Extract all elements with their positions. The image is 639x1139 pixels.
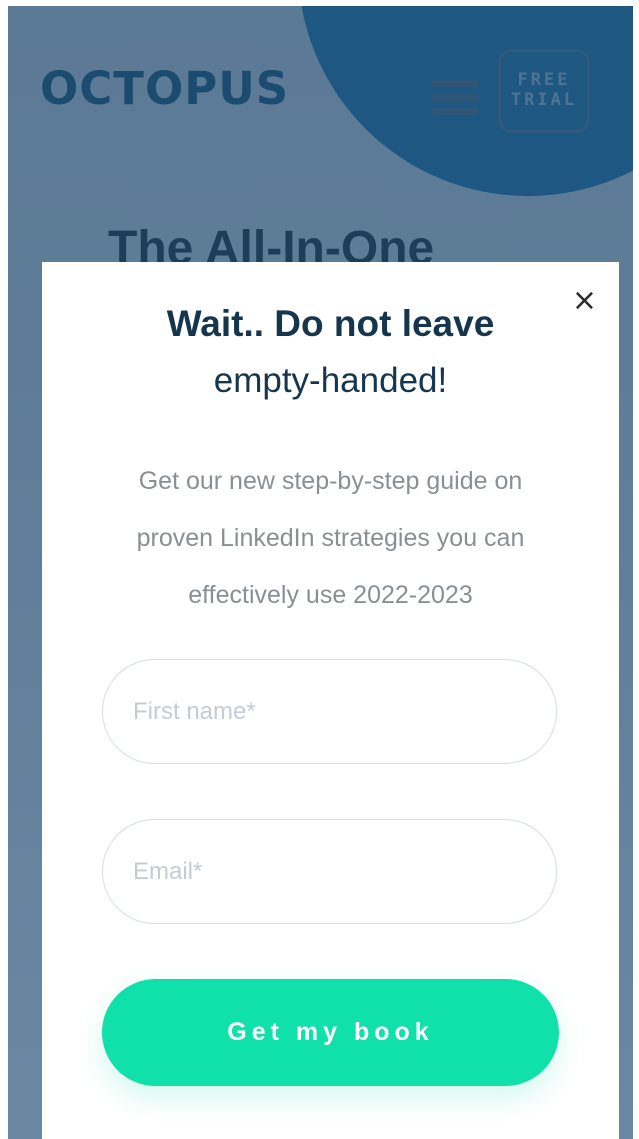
exit-intent-popup: × Wait.. Do not leave empty-handed! Get …	[42, 262, 619, 1139]
popup-subtitle: empty-handed!	[213, 361, 448, 400]
menu-bar	[432, 94, 478, 101]
free-trial-line-1: FREE	[517, 70, 571, 91]
menu-bar	[432, 108, 478, 115]
email-input[interactable]	[102, 819, 557, 924]
page-background: OCTOPUS FREE TRIAL The All-In-One × Wait…	[8, 6, 633, 1139]
hamburger-menu-icon[interactable]	[432, 80, 478, 118]
popup-description: Get our new step-by-step guide on proven…	[136, 467, 525, 609]
get-my-book-button[interactable]: Get my book	[102, 979, 559, 1086]
free-trial-line-2: TRIAL	[510, 90, 578, 110]
menu-bar	[432, 80, 478, 87]
octopus-logo[interactable]: OCTOPUS	[40, 66, 289, 111]
free-trial-button[interactable]: FREE TRIAL	[498, 49, 590, 133]
popup-title: Wait.. Do not leave	[166, 303, 495, 344]
first-name-input[interactable]	[102, 659, 557, 764]
